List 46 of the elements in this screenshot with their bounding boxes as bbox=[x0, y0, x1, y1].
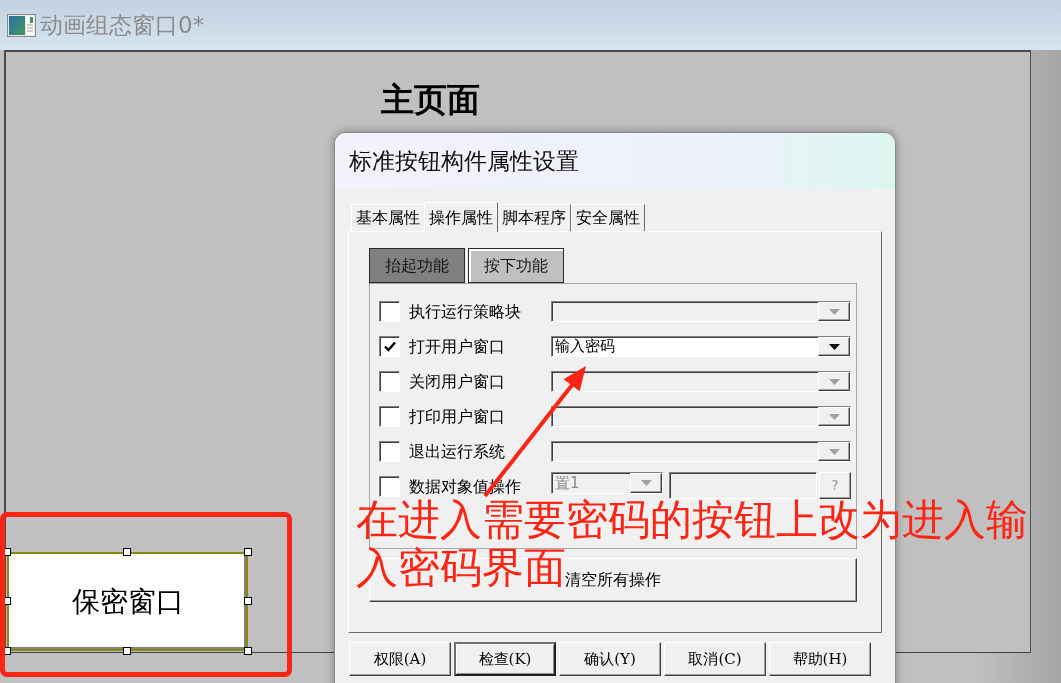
tab[interactable]: 按下功能 bbox=[468, 248, 564, 283]
page-heading: 主页面 bbox=[381, 83, 480, 116]
checkbox-label: 执行运行策略块 bbox=[409, 300, 522, 323]
resize-handle[interactable] bbox=[244, 548, 252, 556]
window-icon bbox=[7, 13, 36, 37]
checkmark-icon bbox=[383, 341, 396, 352]
resize-handle[interactable] bbox=[123, 647, 131, 655]
checkbox-label: 关闭用户窗口 bbox=[409, 370, 506, 393]
dropdown-arrow-icon bbox=[828, 378, 840, 385]
tab[interactable]: 基本属性 bbox=[351, 204, 425, 231]
window-title: 动画组态窗口0* bbox=[40, 10, 205, 40]
dialog-title: 标准按钮构件属性设置 bbox=[349, 146, 579, 176]
checkbox[interactable] bbox=[379, 406, 400, 427]
checkbox[interactable] bbox=[379, 476, 400, 497]
checkbox-label: 打开用户窗口 bbox=[409, 335, 506, 358]
dropdown-arrow-icon bbox=[828, 308, 840, 315]
checkbox[interactable] bbox=[379, 441, 400, 462]
dropdown-arrow-icon bbox=[828, 448, 840, 455]
dropdown[interactable] bbox=[551, 301, 851, 322]
dropdown[interactable] bbox=[551, 406, 851, 427]
checkbox-label: 退出运行系统 bbox=[409, 440, 506, 463]
resize-handle[interactable] bbox=[3, 597, 11, 605]
resize-handle[interactable] bbox=[123, 548, 131, 556]
resize-handle[interactable] bbox=[244, 647, 252, 655]
dropdown[interactable] bbox=[551, 371, 851, 392]
tab[interactable]: 脚本程序 bbox=[497, 204, 571, 231]
dropdown[interactable]: 输入密码 bbox=[551, 336, 851, 357]
checkbox-label: 打印用户窗口 bbox=[409, 405, 506, 428]
dropdown-arrow-icon bbox=[640, 480, 652, 486]
checkbox[interactable] bbox=[379, 301, 400, 322]
input-field[interactable] bbox=[669, 472, 817, 499]
dropdown-arrow-icon bbox=[828, 343, 840, 350]
resize-handle[interactable] bbox=[244, 597, 252, 605]
canvas-button[interactable]: 保密窗口 bbox=[7, 552, 248, 651]
checkbox[interactable] bbox=[379, 371, 400, 392]
dropdown[interactable] bbox=[551, 441, 851, 462]
tab[interactable]: 抬起功能 bbox=[369, 248, 465, 283]
dialog-button[interactable]: 检查(K) bbox=[454, 642, 556, 676]
dialog-button[interactable]: 权限(A) bbox=[349, 642, 451, 676]
dialog-button[interactable]: 取消(C) bbox=[664, 642, 766, 676]
checkbox[interactable] bbox=[379, 336, 400, 357]
dropdown-arrow-icon bbox=[828, 413, 840, 420]
tab[interactable]: 安全属性 bbox=[571, 204, 645, 231]
dialog-button[interactable]: 确认(Y) bbox=[559, 642, 661, 676]
tab[interactable]: 操作属性 bbox=[424, 202, 498, 232]
dialog-button[interactable]: 帮助(H) bbox=[769, 642, 871, 676]
